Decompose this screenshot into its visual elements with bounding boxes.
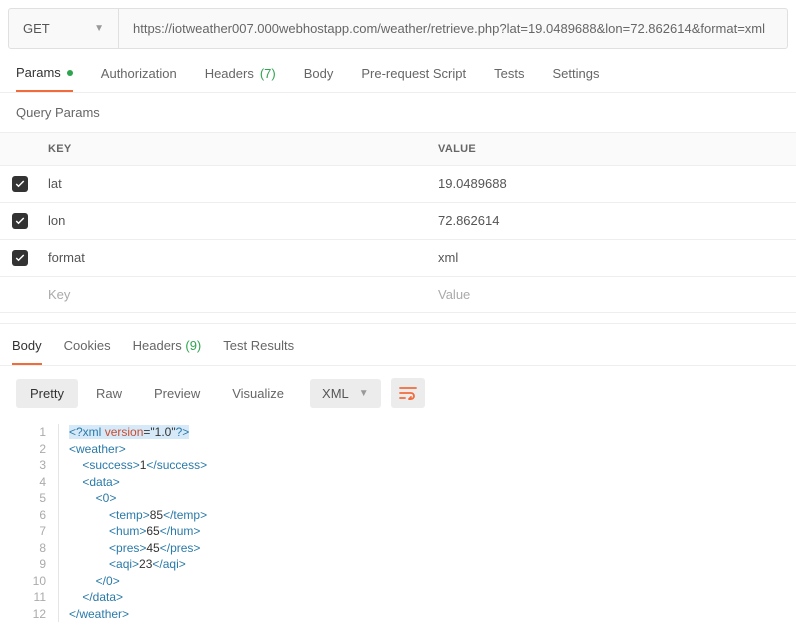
wrap-lines-button[interactable]	[391, 378, 425, 408]
params-header: KEY VALUE	[0, 132, 796, 166]
view-visualize[interactable]: Visualize	[218, 379, 298, 408]
request-bar: GET ▼	[8, 8, 788, 49]
param-value[interactable]: 19.0489688	[430, 166, 796, 202]
query-params-title: Query Params	[0, 93, 796, 132]
code-area: 123456789101112 <?xml version="1.0"?> <w…	[0, 420, 796, 642]
status-dot-icon	[67, 70, 73, 76]
params-table: KEY VALUE lat 19.0489688 lon 72.862614 f…	[0, 132, 796, 313]
param-value[interactable]: xml	[430, 240, 796, 276]
rtab-cookies[interactable]: Cookies	[64, 338, 111, 365]
response-toolbar: Pretty Raw Preview Visualize XML ▼	[0, 366, 796, 420]
method-select[interactable]: GET ▼	[9, 9, 119, 48]
param-key[interactable]: lat	[40, 166, 430, 202]
format-select[interactable]: XML ▼	[310, 379, 381, 408]
tab-prerequest[interactable]: Pre-request Script	[361, 65, 466, 92]
line-gutter: 123456789101112	[0, 424, 58, 622]
rtab-headers[interactable]: Headers (9)	[133, 338, 202, 365]
view-preview[interactable]: Preview	[140, 379, 214, 408]
table-row: lat 19.0489688	[0, 166, 796, 203]
tab-headers[interactable]: Headers (7)	[205, 65, 276, 92]
table-row: lon 72.862614	[0, 203, 796, 240]
tab-body[interactable]: Body	[304, 65, 334, 92]
checkbox[interactable]	[12, 213, 28, 229]
tab-params[interactable]: Params	[16, 65, 73, 92]
chevron-down-icon: ▼	[359, 388, 369, 399]
param-key-placeholder[interactable]: Key	[40, 277, 430, 312]
tab-tests[interactable]: Tests	[494, 65, 524, 92]
chevron-down-icon: ▼	[94, 23, 104, 34]
param-value[interactable]: 72.862614	[430, 203, 796, 239]
header-key: KEY	[40, 133, 430, 165]
tab-authorization[interactable]: Authorization	[101, 65, 177, 92]
header-value: VALUE	[430, 133, 796, 165]
tab-settings[interactable]: Settings	[552, 65, 599, 92]
rtab-body[interactable]: Body	[12, 338, 42, 365]
method-label: GET	[23, 21, 50, 36]
view-pretty[interactable]: Pretty	[16, 379, 78, 408]
code-content[interactable]: <?xml version="1.0"?> <weather> <success…	[58, 424, 796, 622]
table-row: format xml	[0, 240, 796, 277]
url-input[interactable]	[119, 9, 787, 48]
param-key[interactable]: lon	[40, 203, 430, 239]
checkbox[interactable]	[12, 250, 28, 266]
response-tabs: Body Cookies Headers (9) Test Results	[0, 323, 796, 366]
rtab-test-results[interactable]: Test Results	[223, 338, 294, 365]
param-value-placeholder[interactable]: Value	[430, 277, 796, 312]
request-tabs: Params Authorization Headers (7) Body Pr…	[0, 49, 796, 93]
checkbox[interactable]	[12, 176, 28, 192]
param-key[interactable]: format	[40, 240, 430, 276]
view-raw[interactable]: Raw	[82, 379, 136, 408]
table-row: Key Value	[0, 277, 796, 313]
